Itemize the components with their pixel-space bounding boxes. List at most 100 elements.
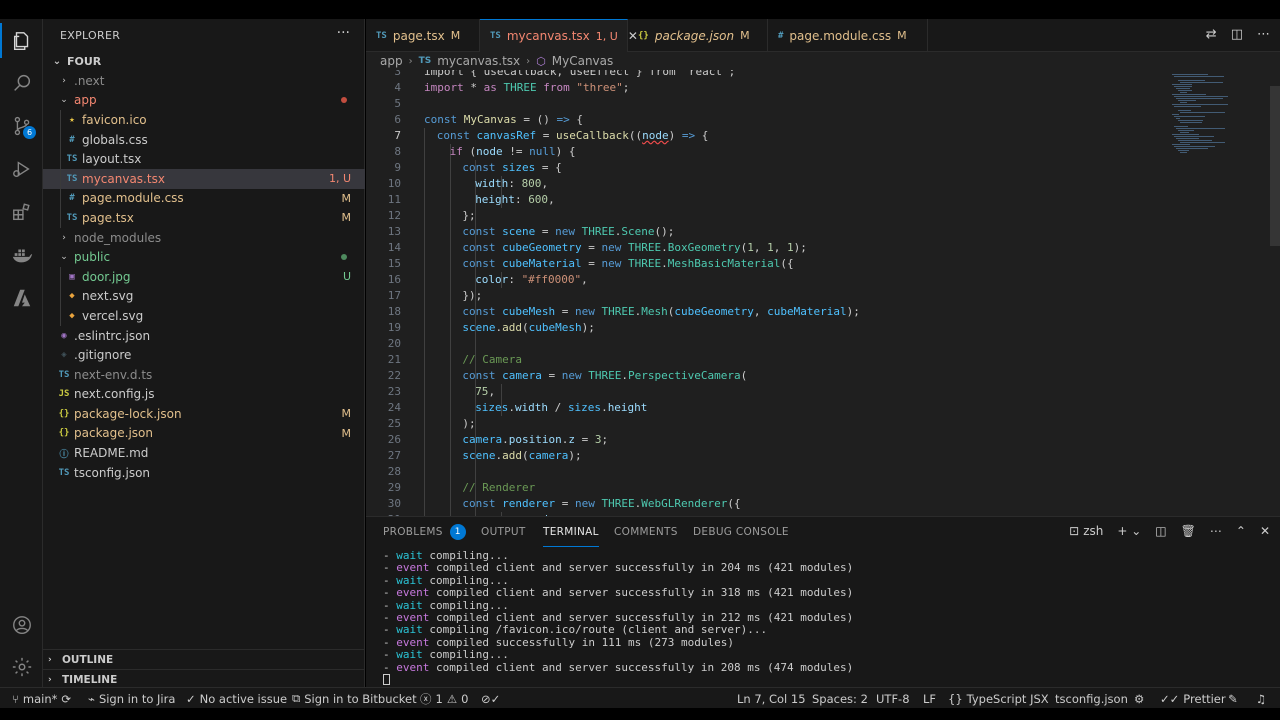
code-text: camera.position.z = 3;	[462, 432, 608, 448]
file-item[interactable]: ▣ door.jpg U	[43, 266, 365, 287]
file-item[interactable]: ◆ next.svg	[43, 286, 365, 307]
file-item[interactable]: # page.module.css M	[43, 188, 365, 209]
minimap-line	[1178, 150, 1189, 151]
terminal-space	[429, 611, 436, 624]
tab-label: mycanvas.tsx	[506, 29, 590, 43]
search-icon[interactable]	[8, 69, 35, 96]
split-terminal-icon[interactable]: ◫	[1155, 524, 1166, 538]
breadcrumb: app › TS mycanvas.tsx › ⬡ MyCanvas	[366, 52, 1280, 70]
code-token: THREE	[581, 369, 622, 382]
file-item[interactable]: ◈ .gitignore	[43, 345, 365, 365]
feedback-icon[interactable]: ✎	[1228, 688, 1238, 709]
more-actions-icon[interactable]: ⋯	[1257, 27, 1270, 42]
trash-icon[interactable]: 🗑	[1181, 524, 1196, 538]
indentation[interactable]: Spaces: 2	[812, 688, 868, 709]
chevron-right-icon: ›	[48, 654, 52, 665]
minimap[interactable]	[1166, 70, 1280, 516]
code-text: const cubeMaterial = new THREE.MeshBasic…	[462, 256, 793, 272]
editor-scrollbar[interactable]	[1270, 86, 1280, 246]
bitbucket-status[interactable]: ⧉ Sign in to Bitbucket	[292, 688, 417, 709]
run-debug-icon[interactable]	[8, 155, 35, 182]
folder-item[interactable]: ⌄ app	[43, 91, 365, 111]
file-item[interactable]: TS tsconfig.json	[43, 463, 365, 483]
branch-status[interactable]: ⑂ main* ⟳	[12, 688, 71, 709]
encoding[interactable]: UTF-8	[876, 688, 910, 709]
terminal-output[interactable]: - wait compiling... - event compiled clie…	[383, 549, 853, 686]
problems-status[interactable]: ⓧ 1 ⚠ 0	[420, 688, 468, 709]
file-item[interactable]: ★ favicon.ico	[43, 110, 365, 130]
chevron-right-icon: ›	[62, 75, 66, 86]
account-icon[interactable]	[8, 611, 35, 638]
code-token: useCallback	[556, 129, 629, 142]
more-actions-icon[interactable]: ⋯	[1210, 524, 1222, 538]
file-item[interactable]: ◆ vercel.svg	[43, 306, 365, 326]
settings-sync-icon[interactable]: ⚙	[1134, 688, 1144, 709]
workspace-root[interactable]: ⌄ FOUR	[43, 51, 365, 71]
language-mode[interactable]: {} TypeScript JSX	[948, 688, 1049, 709]
tab-mycanvas-tsx[interactable]: TS mycanvas.tsx 1, U ✕	[480, 19, 638, 52]
tsconfig-status[interactable]: tsconfig.json	[1055, 688, 1128, 709]
explorer-icon[interactable]	[0, 23, 35, 58]
compare-changes-icon[interactable]: ⇄	[1206, 27, 1217, 42]
line-number: 21	[387, 353, 401, 366]
shell-name[interactable]: zsh	[1083, 524, 1103, 538]
minimap-line	[1172, 144, 1190, 145]
code-token: );	[793, 241, 807, 254]
file-item[interactable]: JS next.config.js	[43, 385, 365, 405]
file-item[interactable]: TS page.tsx M	[43, 208, 365, 228]
tab-problems[interactable]: PROBLEMS 1	[383, 517, 466, 547]
tab-package-json[interactable]: {} package.json M	[628, 19, 768, 52]
settings-gear-icon[interactable]	[8, 653, 35, 680]
line-number: 9	[394, 161, 401, 174]
code-lines: 3 import { useCallback, useEffect } from …	[366, 70, 1186, 516]
extensions-icon[interactable]	[8, 198, 35, 225]
panel-actions: ⊡ zsh + ⌄ ◫ 🗑 ⋯ ⌃ ✕	[1069, 524, 1270, 538]
folder-item[interactable]: ⌄ public	[43, 247, 365, 267]
file-item[interactable]: # globals.css	[43, 129, 365, 150]
new-terminal-icon[interactable]: + ⌄	[1117, 524, 1141, 538]
timeline-section[interactable]: › TIMELINE	[43, 669, 365, 689]
end-of-line[interactable]: LF	[923, 688, 936, 709]
file-item[interactable]: TS layout.tsx	[43, 149, 365, 169]
line-number: 29	[387, 481, 401, 494]
close-icon[interactable]: ✕	[1260, 524, 1270, 538]
line-number: 20	[387, 337, 401, 350]
outline-section[interactable]: › OUTLINE	[43, 649, 365, 669]
indent-guide	[424, 256, 425, 272]
file-item[interactable]: ⓘ README.md	[43, 443, 365, 463]
tab-output[interactable]: OUTPUT	[481, 517, 526, 547]
issue-status[interactable]: ✓ No active issue	[186, 688, 287, 709]
breadcrumb-folder[interactable]: app	[380, 54, 403, 68]
more-actions-icon[interactable]: ···	[337, 25, 350, 41]
prettier-status[interactable]: ✓✓ Prettier	[1160, 688, 1226, 709]
code-token: new	[575, 305, 595, 318]
code-line: 11 height: 600,	[366, 192, 1186, 208]
breadcrumb-symbol[interactable]: MyCanvas	[552, 54, 614, 68]
code-token: new	[555, 225, 576, 238]
tab-debug-console[interactable]: DEBUG CONSOLE	[693, 517, 789, 547]
file-item[interactable]: TS mycanvas.tsx 1, U	[43, 168, 365, 189]
file-item[interactable]: {} package.json M	[43, 424, 365, 444]
chevron-up-icon[interactable]: ⌃	[1236, 524, 1246, 538]
file-item[interactable]: TS next-env.d.ts	[43, 365, 365, 385]
tab-terminal[interactable]: TERMINAL	[543, 517, 599, 547]
tab-page-tsx[interactable]: TS page.tsx M	[366, 19, 480, 52]
notifications-bell-icon[interactable]: ♫	[1256, 688, 1266, 709]
tab-page-module-css[interactable]: # page.module.css M	[768, 19, 928, 52]
code-token: 75	[475, 385, 489, 398]
file-item[interactable]: {} package-lock.json M	[43, 404, 365, 424]
jira-status[interactable]: ⌁ Sign in to Jira	[88, 688, 175, 709]
file-label: layout.tsx	[82, 152, 142, 167]
copilot-icon[interactable]: ⊘✓	[481, 688, 500, 709]
folder-item[interactable]: › .next	[43, 71, 365, 91]
breadcrumb-file[interactable]: mycanvas.tsx	[437, 54, 520, 68]
docker-icon[interactable]	[8, 241, 35, 268]
tab-comments[interactable]: COMMENTS	[614, 517, 678, 547]
code-editor[interactable]: 3 import { useCallback, useEffect } from …	[366, 70, 1280, 516]
folder-item[interactable]: › node_modules	[43, 228, 365, 248]
azure-icon[interactable]	[8, 284, 35, 311]
cursor-position[interactable]: Ln 7, Col 15	[737, 688, 806, 709]
source-control-icon[interactable]: 6	[8, 112, 36, 139]
file-item[interactable]: ◉ .eslintrc.json	[43, 326, 365, 346]
split-editor-icon[interactable]: ◫	[1231, 27, 1243, 42]
